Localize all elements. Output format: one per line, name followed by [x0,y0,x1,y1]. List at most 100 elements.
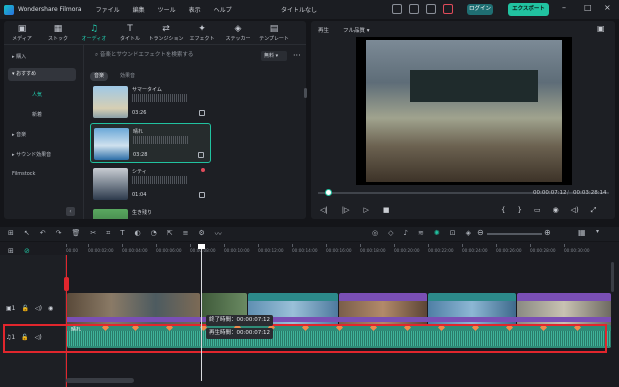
display-icon[interactable]: ▭ [534,206,541,215]
volume-icon[interactable]: ◁) [571,206,579,215]
zoom-slider[interactable] [487,233,542,235]
adjust-icon[interactable]: ⚙ [198,229,204,239]
zoom-in-icon[interactable]: ⊕ [544,228,551,237]
ai-icon[interactable]: ✺ [434,229,440,237]
category-sidebar: ▸ 購入 ▾ おすすめ 人気 新着 ▸ 音楽 ▸ サウンド効果音 Filmsto… [4,45,84,219]
render-icon[interactable]: ◎ [372,229,378,237]
audio-item[interactable]: 生き残り [90,205,211,219]
more-icon[interactable]: ▾ [596,228,599,235]
cut-icon[interactable]: ✂ [90,229,96,239]
skip-back-icon[interactable]: ◁| [320,206,328,214]
cloud-icon[interactable] [426,4,436,14]
layout-icon[interactable] [409,4,419,14]
video-preview[interactable] [356,37,572,185]
timeline-vertical-scrollbar[interactable] [611,262,614,292]
more-options-icon[interactable]: ··· [293,51,301,60]
stop-icon[interactable]: ■ [383,206,390,214]
category-sound-effects[interactable]: ▸ サウンド効果音 [12,151,51,158]
audio-settings-icon[interactable]: ≡ [183,229,189,239]
seek-handle[interactable] [325,189,332,196]
category-recommended[interactable]: ▾ おすすめ [8,68,76,81]
chip-sfx[interactable]: 効果音 [116,72,139,81]
export-button[interactable]: エクスポート [508,3,549,16]
collapse-panel-button[interactable]: ‹ [66,207,75,216]
voiceover-icon[interactable]: ≋ [418,229,424,237]
waveform-icon[interactable]: 〰 [215,229,222,239]
time-separator: / [567,190,569,196]
undo-icon[interactable]: ↶ [40,229,46,239]
timeline-horizontal-scrollbar[interactable] [66,378,134,383]
mark-out-icon[interactable]: } [517,206,521,215]
zoom-out-icon[interactable]: ⊖ [477,228,484,237]
category-popular[interactable]: 人気 [32,91,42,98]
tab-effects[interactable]: ✦ エフェクト [184,21,220,44]
crop-icon[interactable]: ⌗ [106,229,110,239]
text-icon[interactable]: T [120,229,124,239]
menu-help[interactable]: ヘルプ [214,5,232,14]
audio-search-input[interactable]: ⌕ 音楽とサウンドエフェクトを検索する [91,48,275,62]
category-purchased[interactable]: ▸ 購入 [12,53,26,60]
video-track[interactable]: pexels-pixabay-259... [67,293,611,327]
download-icon[interactable] [198,152,204,158]
play-icon[interactable]: ▷ [364,206,369,214]
menu-edit[interactable]: 編集 [133,5,145,14]
mask-icon[interactable]: ◇ [388,229,393,237]
login-button[interactable]: ログイン [467,4,493,15]
transform-icon[interactable]: ⇱ [167,229,173,239]
menu-bar: ファイル 編集 ツール 表示 ヘルプ [96,5,232,14]
tab-stickers[interactable]: ◈ ステッカー [220,21,256,44]
menu-file[interactable]: ファイル [96,5,120,14]
audio-thumbnail [94,128,129,160]
download-icon[interactable] [199,110,205,116]
mark-in-icon[interactable]: { [501,206,505,215]
chip-music[interactable]: 音楽 [90,72,109,81]
playhead-handle[interactable] [198,244,205,249]
marker-icon[interactable]: ◈ [466,229,471,237]
filter-dropdown[interactable]: 無料 ▾ [261,51,287,61]
tab-audio[interactable]: ♫ オーディオ [76,21,112,44]
lock-icon[interactable]: 🔓 [22,305,29,312]
frame-back-icon[interactable]: |▷ [342,206,350,214]
mic-icon[interactable]: ♪ [404,229,408,237]
audio-item[interactable]: サマータイム 03:26 [90,82,211,122]
delete-icon[interactable]: 🗑 [72,229,81,239]
camera-icon[interactable]: ◉ [553,206,559,215]
save-icon[interactable] [392,4,402,14]
download-icon[interactable] [199,192,205,198]
redo-icon[interactable]: ↷ [56,229,62,239]
tab-media[interactable]: ▣ メディア [4,21,40,44]
mute-icon[interactable]: ◁) [35,305,42,312]
audio-item[interactable]: シティ 01:04 [90,164,211,204]
minimize-icon[interactable]: – [562,3,566,12]
eye-icon[interactable]: ◉ [48,305,53,312]
select-tool-icon[interactable]: ↖ [24,229,30,239]
playhead-line[interactable] [201,244,202,381]
tab-titles[interactable]: T タイトル [112,21,148,44]
tab-stock[interactable]: ▦ ストック [40,21,76,44]
category-music[interactable]: ▸ 音楽 [12,131,26,138]
speed-icon[interactable]: ◔ [151,229,157,239]
audio-item[interactable]: 晴れ 03:28 [90,123,211,163]
menu-tools[interactable]: ツール [158,5,176,14]
tab-transitions[interactable]: ⇄ トランジション [148,21,184,44]
quality-dropdown[interactable]: フル品質 ▾ [343,26,370,34]
maximize-icon[interactable]: □ [584,3,592,12]
menu-view[interactable]: 表示 [189,5,201,14]
time-ruler[interactable]: 00:00 00:00:02:00 00:00:04:00 00:00:06:0… [66,244,612,255]
gift-icon[interactable] [443,4,453,14]
fullscreen-icon[interactable]: ⤢ [591,206,597,215]
library-scrollbar[interactable] [304,88,307,98]
snap-icon[interactable]: ⊡ [450,229,456,237]
close-icon[interactable]: × [604,3,611,12]
favorite-icon[interactable] [201,168,205,172]
color-icon[interactable]: ◐ [135,229,141,239]
add-track-icon[interactable]: ⊞ [8,247,14,255]
layout-grid-icon[interactable]: ▦ [578,228,586,237]
category-filmstock[interactable]: Filmstock [12,171,35,177]
link-icon[interactable]: ⊘ [24,247,30,255]
category-new[interactable]: 新着 [32,111,42,118]
tab-templates[interactable]: ▤ テンプレート [256,21,292,44]
snapshot-icon[interactable]: ▣ [597,24,605,33]
grid-icon[interactable]: ⊞ [8,229,14,239]
ruler-tick: 00:00:20:00 [394,248,420,253]
